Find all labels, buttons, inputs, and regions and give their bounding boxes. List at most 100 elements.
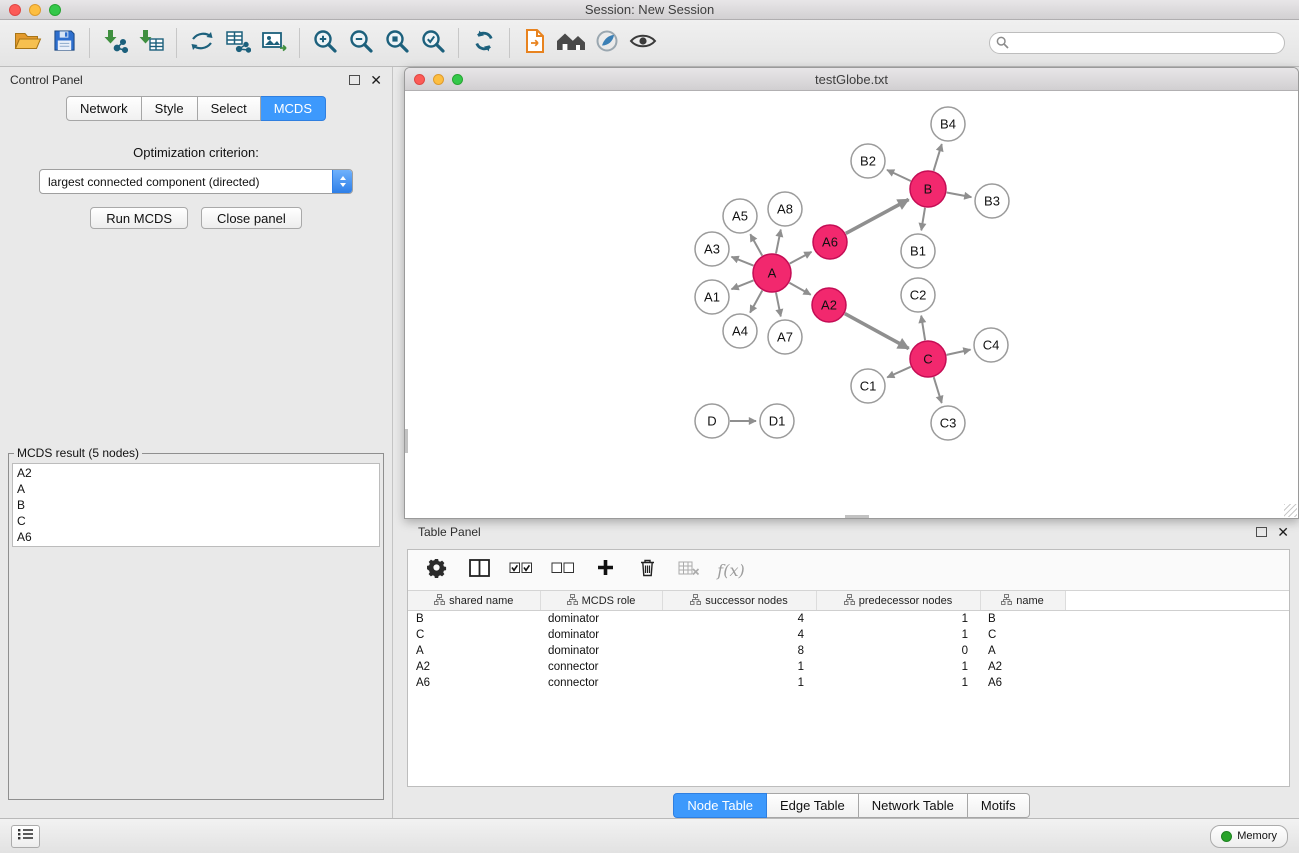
save-session-button[interactable]: [46, 26, 82, 60]
export-image-button[interactable]: [256, 26, 292, 60]
table-row[interactable]: A2connector11A2: [408, 659, 1289, 675]
select-all-button[interactable]: [506, 555, 536, 585]
table-cell[interactable]: connector: [540, 659, 662, 675]
network-node[interactable]: D: [695, 404, 729, 438]
float-table-panel-icon[interactable]: [1256, 527, 1267, 537]
new-network-button[interactable]: [184, 26, 220, 60]
import-network-button[interactable]: [97, 26, 133, 60]
network-edge[interactable]: [846, 200, 909, 234]
tab-motifs[interactable]: Motifs: [968, 793, 1030, 818]
result-item[interactable]: A2: [17, 465, 375, 481]
network-edge[interactable]: [887, 367, 911, 378]
table-cell[interactable]: 1: [816, 675, 980, 691]
network-node[interactable]: A1: [695, 280, 729, 314]
network-node[interactable]: B2: [851, 144, 885, 178]
tab-network[interactable]: Network: [66, 96, 142, 121]
column-header-successor-nodes[interactable]: successor nodes: [662, 591, 816, 611]
table-cell[interactable]: A: [980, 643, 1065, 659]
network-from-table-button[interactable]: [220, 26, 256, 60]
network-edge[interactable]: [934, 144, 942, 171]
table-cell[interactable]: A: [408, 643, 540, 659]
table-cell[interactable]: 8: [662, 643, 816, 659]
close-panel-icon[interactable]: ✕: [370, 73, 382, 87]
network-window-titlebar[interactable]: testGlobe.txt: [405, 68, 1298, 91]
tab-network-table[interactable]: Network Table: [859, 793, 968, 818]
zoom-out-button[interactable]: [343, 26, 379, 60]
network-node[interactable]: A3: [695, 232, 729, 266]
network-edge[interactable]: [732, 257, 754, 266]
tab-style[interactable]: Style: [142, 96, 198, 121]
run-mcds-button[interactable]: Run MCDS: [90, 207, 188, 229]
network-edge[interactable]: [732, 280, 754, 289]
table-cell[interactable]: dominator: [540, 643, 662, 659]
network-edge[interactable]: [750, 291, 762, 313]
search-input[interactable]: [989, 32, 1285, 54]
open-file-button[interactable]: [10, 26, 46, 60]
network-edge[interactable]: [750, 234, 762, 255]
column-header-shared-name[interactable]: shared name: [408, 591, 540, 611]
zoom-fit-button[interactable]: [379, 26, 415, 60]
network-edge[interactable]: [776, 230, 781, 254]
network-node[interactable]: B1: [901, 234, 935, 268]
tab-edge-table[interactable]: Edge Table: [767, 793, 859, 818]
table-cell[interactable]: A2: [980, 659, 1065, 675]
network-node[interactable]: A: [753, 254, 791, 292]
tab-node-table[interactable]: Node Table: [673, 793, 767, 818]
create-column-button[interactable]: [590, 555, 620, 585]
network-canvas-svg[interactable]: B4B2BB3A5A8A6B1A3AC2A1A2A4A7C4CC1C3DD1: [405, 91, 1298, 518]
zoom-selected-button[interactable]: [415, 26, 451, 60]
function-builder-button[interactable]: f(x): [716, 555, 746, 585]
table-cell[interactable]: 4: [662, 627, 816, 643]
table-cell[interactable]: 1: [662, 659, 816, 675]
column-header-mcds-role[interactable]: MCDS role: [540, 591, 662, 611]
network-edge[interactable]: [934, 377, 942, 403]
tab-mcds[interactable]: MCDS: [261, 96, 326, 121]
table-row[interactable]: Bdominator41B: [408, 611, 1289, 628]
table-settings-button[interactable]: [422, 555, 452, 585]
float-panel-icon[interactable]: [349, 75, 360, 85]
table-cell[interactable]: 1: [662, 675, 816, 691]
network-node[interactable]: C1: [851, 369, 885, 403]
network-edge[interactable]: [921, 316, 925, 341]
column-header-name[interactable]: name: [980, 591, 1065, 611]
table-cell[interactable]: A2: [408, 659, 540, 675]
result-item[interactable]: A: [17, 481, 375, 497]
network-node[interactable]: B4: [931, 107, 965, 141]
network-edge[interactable]: [921, 208, 925, 231]
refresh-button[interactable]: [466, 26, 502, 60]
network-node[interactable]: C3: [931, 406, 965, 440]
table-cell[interactable]: connector: [540, 675, 662, 691]
import-table-button[interactable]: [133, 26, 169, 60]
deselect-all-button[interactable]: [548, 555, 578, 585]
network-canvas[interactable]: B4B2BB3A5A8A6B1A3AC2A1A2A4A7C4CC1C3DD1: [405, 91, 1298, 518]
table-cell[interactable]: A6: [408, 675, 540, 691]
network-node[interactable]: A8: [768, 192, 802, 226]
table-cell[interactable]: 4: [662, 611, 816, 628]
memory-button[interactable]: Memory: [1210, 825, 1288, 848]
mcds-result-list[interactable]: A2ABCA6: [12, 463, 380, 547]
result-item[interactable]: C: [17, 513, 375, 529]
home-button[interactable]: [553, 26, 589, 60]
horizontal-scrollbar-thumb[interactable]: [845, 515, 869, 518]
network-node[interactable]: B: [910, 171, 946, 207]
network-node[interactable]: C2: [901, 278, 935, 312]
delete-table-button[interactable]: [674, 555, 704, 585]
table-cell[interactable]: A6: [980, 675, 1065, 691]
network-node[interactable]: A4: [723, 314, 757, 348]
network-node[interactable]: A2: [812, 288, 846, 322]
network-edge[interactable]: [947, 350, 971, 355]
network-edge[interactable]: [776, 293, 781, 317]
table-cell[interactable]: 0: [816, 643, 980, 659]
vertical-scrollbar-thumb[interactable]: [405, 429, 408, 453]
close-table-panel-icon[interactable]: ✕: [1277, 525, 1289, 539]
tab-select[interactable]: Select: [198, 96, 261, 121]
network-node[interactable]: B3: [975, 184, 1009, 218]
table-cell[interactable]: dominator: [540, 611, 662, 628]
show-columns-button[interactable]: [464, 555, 494, 585]
open-session-button[interactable]: [517, 26, 553, 60]
table-cell[interactable]: B: [408, 611, 540, 628]
task-history-button[interactable]: [11, 825, 40, 848]
show-hide-panels-button[interactable]: [625, 26, 661, 60]
table-row[interactable]: Adominator80A: [408, 643, 1289, 659]
network-edge[interactable]: [845, 314, 909, 349]
